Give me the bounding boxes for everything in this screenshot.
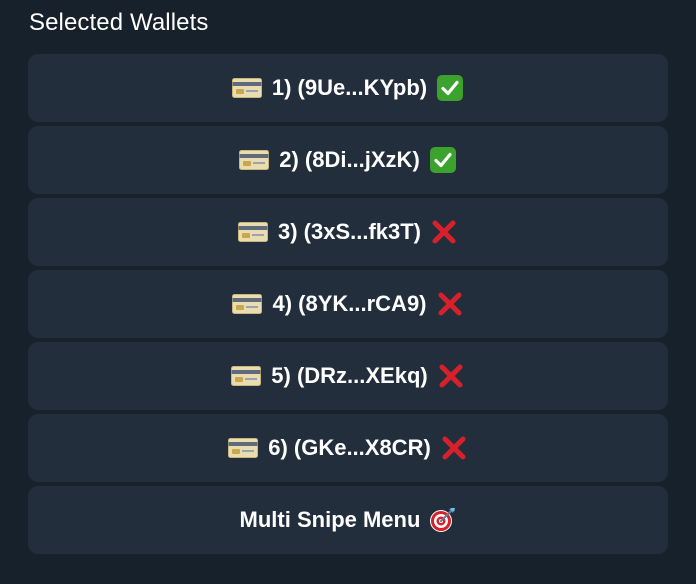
credit-card-icon bbox=[239, 150, 270, 170]
menu-label: Multi Snipe Menu bbox=[239, 507, 421, 532]
cross-mark-icon bbox=[430, 218, 458, 246]
wallet-button-1[interactable]: 1) (9Ue...KYpb) bbox=[28, 54, 668, 122]
wallet-label: 1) (9Ue...KYpb) bbox=[271, 75, 428, 100]
wallet-label: 3) (3xS...fk3T) bbox=[277, 219, 422, 244]
wallet-button-5[interactable]: 5) (DRz...XEkq) bbox=[28, 342, 668, 410]
wallet-button-list: 1) (9Ue...KYpb) 2) (8Di...jXzK) 3) (3xS.… bbox=[28, 54, 668, 558]
check-mark-icon bbox=[436, 74, 464, 102]
target-icon bbox=[428, 506, 456, 534]
check-mark-icon bbox=[429, 146, 457, 174]
wallet-button-2[interactable]: 2) (8Di...jXzK) bbox=[28, 126, 668, 194]
wallet-button-4[interactable]: 4) (8YK...rCA9) bbox=[28, 270, 668, 338]
wallet-button-3[interactable]: 3) (3xS...fk3T) bbox=[28, 198, 668, 266]
credit-card-icon bbox=[237, 222, 268, 242]
credit-card-icon bbox=[231, 366, 262, 386]
cross-mark-icon bbox=[437, 362, 465, 390]
wallet-label: 5) (DRz...XEkq) bbox=[271, 363, 428, 388]
credit-card-icon bbox=[232, 294, 263, 314]
multi-snipe-menu-button[interactable]: Multi Snipe Menu bbox=[28, 486, 668, 554]
cross-mark-icon bbox=[436, 290, 464, 318]
wallet-button-6[interactable]: 6) (GKe...X8CR) bbox=[28, 414, 668, 482]
wallet-label: 6) (GKe...X8CR) bbox=[268, 435, 431, 460]
credit-card-icon bbox=[228, 438, 259, 458]
cross-mark-icon bbox=[440, 434, 468, 462]
panel-title: Selected Wallets bbox=[29, 9, 209, 36]
credit-card-icon bbox=[231, 78, 262, 98]
wallet-label: 2) (8Di...jXzK) bbox=[279, 147, 420, 172]
wallet-label: 4) (8YK...rCA9) bbox=[272, 291, 427, 316]
